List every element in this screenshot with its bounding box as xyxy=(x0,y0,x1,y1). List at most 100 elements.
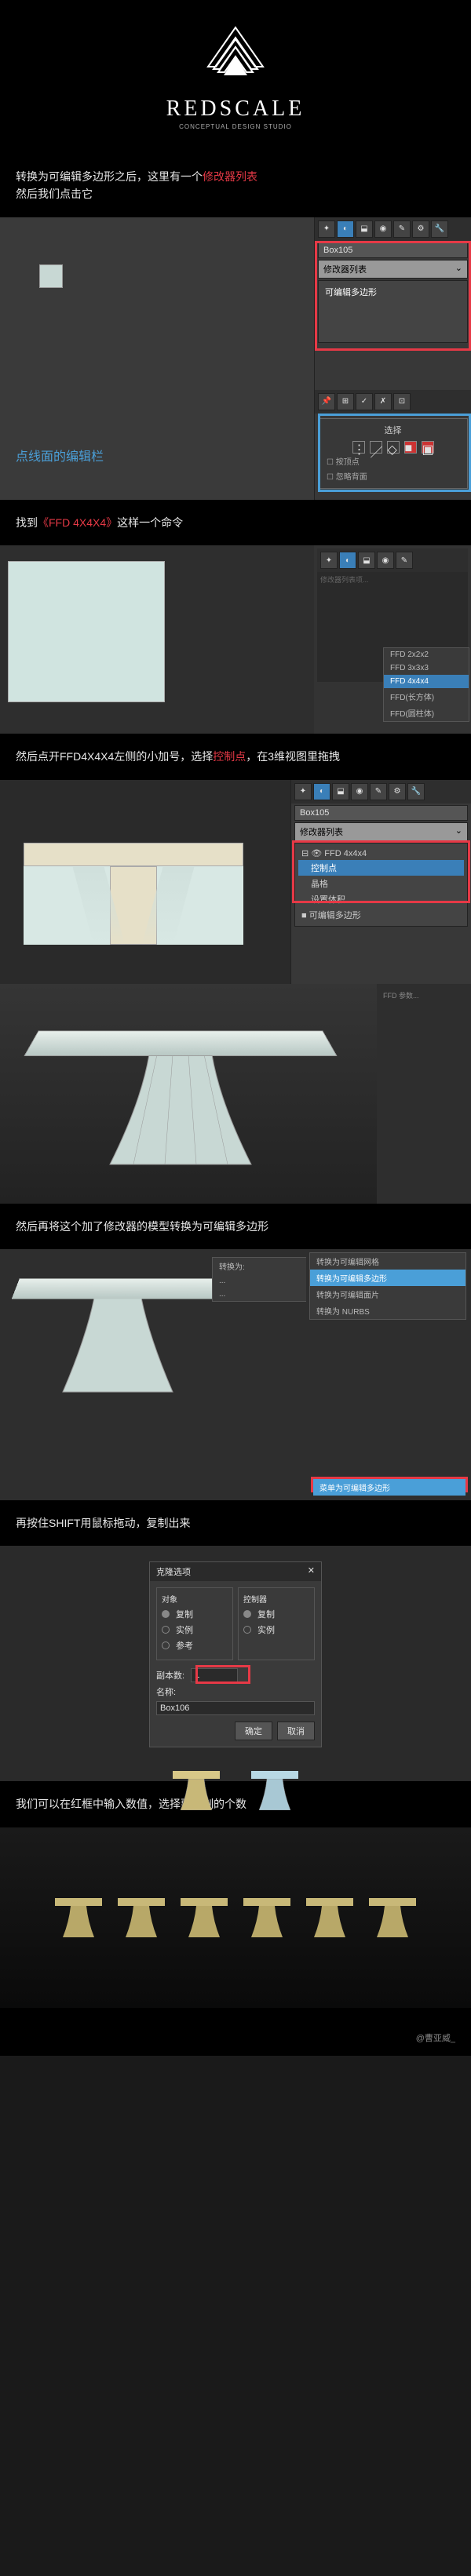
tool-btn-7[interactable]: 🔧 xyxy=(431,220,448,238)
count-label: 副本数: xyxy=(156,1669,184,1682)
modifier-dropdown-panel: ✦ ◐ ⬓ ◉ ✎ 修改器列表项... FFD 2x2x2 FFD 3x3x3 … xyxy=(314,545,471,734)
stack-btn-4[interactable]: ✗ xyxy=(374,393,392,410)
step4-screenshot: 转换为: ... ... 转换为可编辑网格 转换为可编辑多边形 转换为可编辑面片… xyxy=(0,1249,471,1500)
dialog-titlebar: 克隆选项 ✕ xyxy=(150,1562,321,1581)
modifier-stack-3[interactable]: ⊟ 👁 FFD 4x4x4 控制点 晶格 设置体积 ■ 可编辑多边形 xyxy=(294,843,468,927)
panel-toolbar: ✦ ◐ ⬓ ◉ ✎ ⚙ 🔧 xyxy=(315,217,471,241)
ffd-box[interactable]: FFD(长方体) xyxy=(384,688,469,705)
stack-btn-1[interactable]: 📌 xyxy=(318,393,335,410)
footer-credit: @曹亚威_ xyxy=(416,2034,455,2043)
step2-text-after: 这样一个命令 xyxy=(117,516,183,529)
ffd-4x4x4[interactable]: FFD 4x4x4 xyxy=(384,675,469,688)
tool-btn-4[interactable]: ◉ xyxy=(374,220,392,238)
copy-2 xyxy=(251,1771,298,1810)
array-copy-3 xyxy=(181,1898,228,1937)
tool-btn-modify[interactable]: ◐ xyxy=(337,220,354,238)
chevron-down-icon: ⌄ xyxy=(455,825,462,838)
controller-group: 控制器 复制 实例 xyxy=(238,1587,315,1660)
step6-screenshot xyxy=(0,1827,471,2008)
blue-highlight-box xyxy=(318,414,471,492)
ffd-submenu: FFD 2x2x2 FFD 3x3x3 FFD 4x4x4 FFD(长方体) F… xyxy=(383,647,469,722)
table-model-shaded xyxy=(31,1023,330,1184)
ffd-3x3x3[interactable]: FFD 3x3x3 xyxy=(384,661,469,675)
tool-btn-6[interactable]: ⚙ xyxy=(412,220,429,238)
step1-text-after: 然后我们点击它 xyxy=(16,188,93,200)
viewport-4 xyxy=(0,984,377,1204)
logo-subtitle: CONCEPTUAL DESIGN STUDIO xyxy=(0,123,471,130)
convert-to-editable-poly[interactable]: 转换为可编辑多边形 xyxy=(310,1270,466,1286)
instance-radio[interactable]: 实例 xyxy=(162,1623,228,1636)
ok-button[interactable]: 确定 xyxy=(235,1722,272,1740)
step1-screenshot: 点线面的编辑栏 ✦ ◐ ⬓ ◉ ✎ ⚙ 🔧 Box105 修改器列表⌄ 可编辑多… xyxy=(0,217,471,500)
viewport-object xyxy=(39,264,63,288)
step1-highlight: 修改器列表 xyxy=(203,170,257,183)
array-copy-5 xyxy=(306,1898,353,1937)
mod-editable-poly-3[interactable]: ■ 可编辑多边形 xyxy=(298,907,464,923)
red-highlight-box-3 xyxy=(292,840,470,903)
name-label: 名称: xyxy=(156,1685,176,1698)
panel-toolbar-2: ✦ ◐ ⬓ ◉ ✎ xyxy=(317,548,468,572)
object-group: 对象 复制 实例 参考 xyxy=(156,1587,233,1660)
red-highlight-box-4: 菜单为可编辑多边形 xyxy=(311,1477,468,1492)
step3-text-before: 然后点开FFD4X4X4左侧的小加号，选择 xyxy=(16,750,213,763)
name-input[interactable]: Box106 xyxy=(156,1701,315,1715)
ffd-2x2x2[interactable]: FFD 2x2x2 xyxy=(384,648,469,661)
side-panel-5: 转换为可编辑网格 转换为可编辑多边形 转换为可编辑面片 转换为 NURBS 菜单… xyxy=(306,1249,471,1500)
tool-btn-1[interactable]: ✦ xyxy=(318,220,335,238)
logo-header: REDSCALE CONCEPTUAL DESIGN STUDIO xyxy=(0,0,471,154)
ffd-cyl[interactable]: FFD(圆柱体) xyxy=(384,705,469,721)
dialog-title-text: 克隆选项 xyxy=(156,1565,191,1578)
step3-screenshot: ✦ ◐ ⬓ ◉ ✎ ⚙ 🔧 Box105 修改器列表⌄ ⊟ 👁 FFD 4x4x… xyxy=(0,780,471,984)
array-copy-2 xyxy=(118,1898,165,1937)
count-row: 副本数: 1 xyxy=(156,1668,315,1682)
convert-context-menu: 转换为: ... ... xyxy=(212,1257,314,1302)
blue-annotation: 点线面的编辑栏 xyxy=(16,446,104,465)
reference-radio[interactable]: 参考 xyxy=(162,1639,228,1652)
cancel-button[interactable]: 取消 xyxy=(277,1722,315,1740)
stack-btn-2[interactable]: ⊞ xyxy=(337,393,354,410)
step3-text: 然后点开FFD4X4X4左侧的小加号，选择控制点，在3维视图里拖拽 xyxy=(0,734,471,779)
viewport-5: 转换为: ... ... xyxy=(0,1249,306,1500)
tool-btn-5[interactable]: ✎ xyxy=(393,220,411,238)
table-model-convert xyxy=(16,1273,220,1412)
step2-highlight: 《FFD 4X4X4》 xyxy=(38,516,117,529)
logo-icon xyxy=(196,24,275,86)
step1-text: 转换为可编辑多边形之后，这里有一个修改器列表 然后我们点击它 xyxy=(0,154,471,217)
viewport-3 xyxy=(0,780,290,984)
tool-btn-3[interactable]: ⬓ xyxy=(356,220,373,238)
array-copy-6 xyxy=(369,1898,416,1937)
step5-text: 再按住SHIFT用鼠标拖动，复制出来 xyxy=(0,1500,471,1546)
step2-screenshot: ✦ ◐ ⬓ ◉ ✎ 修改器列表项... FFD 2x2x2 FFD 3x3x3 … xyxy=(0,545,471,734)
viewport-2 xyxy=(0,545,314,734)
step5-screenshot: 克隆选项 ✕ 对象 复制 实例 参考 控制器 复制 xyxy=(0,1546,471,1781)
footer: @曹亚威_ xyxy=(0,2008,471,2056)
red-highlight-box-5 xyxy=(195,1665,250,1684)
red-highlight-box-1 xyxy=(315,241,471,351)
stack-btn-3[interactable]: ✓ xyxy=(356,393,373,410)
side-panel-4: FFD 参数... xyxy=(377,984,471,1204)
viewport-1: 点线面的编辑栏 xyxy=(0,217,314,500)
stack-btn-5[interactable]: ⊡ xyxy=(393,393,411,410)
step2-text: 找到《FFD 4X4X4》这样一个命令 xyxy=(0,500,471,545)
step2-text-before: 找到 xyxy=(16,516,38,529)
modifier-panel-3: ✦ ◐ ⬓ ◉ ✎ ⚙ 🔧 Box105 修改器列表⌄ ⊟ 👁 FFD 4x4x… xyxy=(290,780,471,984)
step3-text-after: ，在3维视图里拖拽 xyxy=(246,750,340,763)
viewport-block xyxy=(8,561,165,702)
copy-radio[interactable]: 复制 xyxy=(162,1608,228,1620)
step4-text: 然后再将这个加了修改器的模型转换为可编辑多边形 xyxy=(0,1204,471,1249)
object-name-field-3[interactable]: Box105 xyxy=(294,805,468,821)
stack-toolbar: 📌 ⊞ ✓ ✗ ⊡ xyxy=(315,390,471,414)
two-copies-row xyxy=(0,1763,471,1818)
array-copy-1 xyxy=(55,1898,102,1937)
name-row: 名称: xyxy=(156,1685,315,1698)
ffd-result-render: FFD 参数... xyxy=(0,984,471,1204)
modifier-list-dropdown-3[interactable]: 修改器列表⌄ xyxy=(294,822,468,841)
array-copy-4 xyxy=(243,1898,290,1937)
close-icon[interactable]: ✕ xyxy=(308,1565,315,1578)
clone-options-dialog: 克隆选项 ✕ 对象 复制 实例 参考 控制器 复制 xyxy=(149,1561,322,1747)
step3-highlight: 控制点 xyxy=(213,750,246,763)
panel-toolbar-3: ✦ ◐ ⬓ ◉ ✎ ⚙ 🔧 xyxy=(291,780,471,803)
copy-1 xyxy=(173,1771,220,1810)
logo-title: REDSCALE xyxy=(0,97,471,122)
convert-submenu: 转换为可编辑网格 转换为可编辑多边形 转换为可编辑面片 转换为 NURBS xyxy=(309,1252,466,1320)
